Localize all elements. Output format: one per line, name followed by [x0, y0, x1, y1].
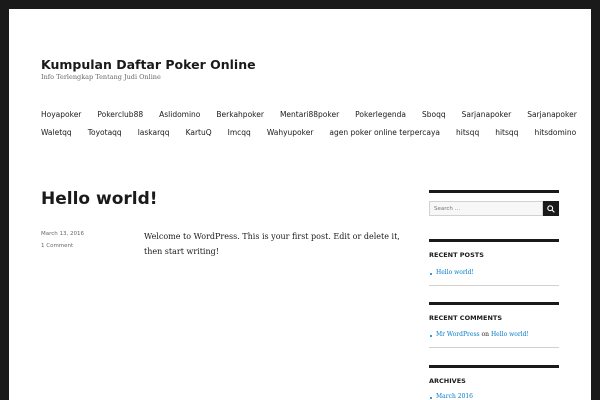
comment-on-text: on — [481, 331, 490, 338]
menu-item-hoyapoker[interactable]: Hoyapoker — [41, 110, 81, 119]
recent-posts-title: RECENT POSTS — [429, 251, 484, 259]
post-date-link[interactable]: March 13, 2016 — [41, 231, 84, 237]
site-title[interactable]: Kumpulan Daftar Poker Online — [41, 57, 256, 72]
list-bullet — [430, 335, 432, 337]
recent-post-link[interactable]: Hello world! — [436, 269, 474, 276]
menu-item-pokerclub88[interactable]: Pokerclub88 — [97, 110, 143, 119]
list-separator — [429, 285, 559, 286]
comment-post-link[interactable]: Hello world! — [491, 331, 529, 338]
widget-divider — [429, 302, 559, 305]
search-icon — [547, 204, 555, 213]
menu-item-berkahpoker[interactable]: Berkahpoker — [216, 110, 264, 119]
search-input[interactable] — [429, 201, 543, 216]
widget-divider — [429, 365, 559, 368]
post-meta: March 13, 2016 1 Comment — [41, 231, 84, 255]
comment-author-link[interactable]: Mr WordPress — [436, 331, 480, 338]
recent-comments-title: RECENT COMMENTS — [429, 314, 503, 322]
menu-item-sboqq[interactable]: Sboqq — [422, 110, 446, 119]
list-separator — [429, 347, 559, 348]
post-comments-link[interactable]: 1 Comment — [41, 243, 73, 249]
search-button[interactable] — [543, 201, 559, 216]
menu-item-kartuq[interactable]: KartuQ — [186, 128, 212, 137]
list-bullet — [430, 273, 432, 275]
menu-item-hitsdomino[interactable]: hitsdomino — [534, 128, 576, 137]
list-bullet — [430, 397, 432, 399]
widget-divider — [429, 190, 559, 193]
recent-post-item: Hello world! — [436, 269, 474, 276]
menu-item-sarjanapoker-2[interactable]: Sarjanapoker — [527, 110, 577, 119]
menu-item-laskarqq[interactable]: laskarqq — [138, 128, 170, 137]
primary-menu-row-1: Hoyapoker Pokerclub88 Aslidomino Berkahp… — [41, 110, 591, 119]
post-content: Welcome to WordPress. This is your first… — [144, 232, 400, 256]
menu-item-mentari88poker[interactable]: Mentari88poker — [280, 110, 339, 119]
menu-item-pokerlegenda[interactable]: Pokerlegenda — [355, 110, 406, 119]
menu-item-hitsqq[interactable]: hitsqq — [456, 128, 479, 137]
menu-item-toyotaqq[interactable]: Toyotaqq — [88, 128, 122, 137]
menu-item-hitsqq-2[interactable]: hitsqq — [495, 128, 518, 137]
page-container: Kumpulan Daftar Poker Online Info Terlen… — [9, 9, 591, 400]
archives-title: ARCHIVES — [429, 377, 466, 385]
menu-item-aslidomino[interactable]: Aslidomino — [159, 110, 200, 119]
menu-item-agen-poker[interactable]: agen poker online terpercaya — [329, 128, 440, 137]
menu-item-sarjanapoker[interactable]: Sarjanapoker — [462, 110, 512, 119]
primary-menu-row-2: Waletqq Toyotaqq laskarqq KartuQ Imcqq W… — [41, 128, 591, 137]
menu-item-waletqq[interactable]: Waletqq — [41, 128, 72, 137]
menu-item-wahyupoker[interactable]: Wahyupoker — [267, 128, 314, 137]
archive-link[interactable]: March 2016 — [436, 393, 473, 400]
site-description: Info Terlengkap Tentang Judi Online — [41, 73, 161, 81]
archive-item: March 2016 — [436, 393, 473, 400]
menu-item-imcqq[interactable]: Imcqq — [228, 128, 251, 137]
widget-divider — [429, 239, 559, 242]
post-title[interactable]: Hello world! — [41, 189, 158, 209]
recent-comment-item: Mr WordPress on Hello world! — [436, 331, 529, 338]
